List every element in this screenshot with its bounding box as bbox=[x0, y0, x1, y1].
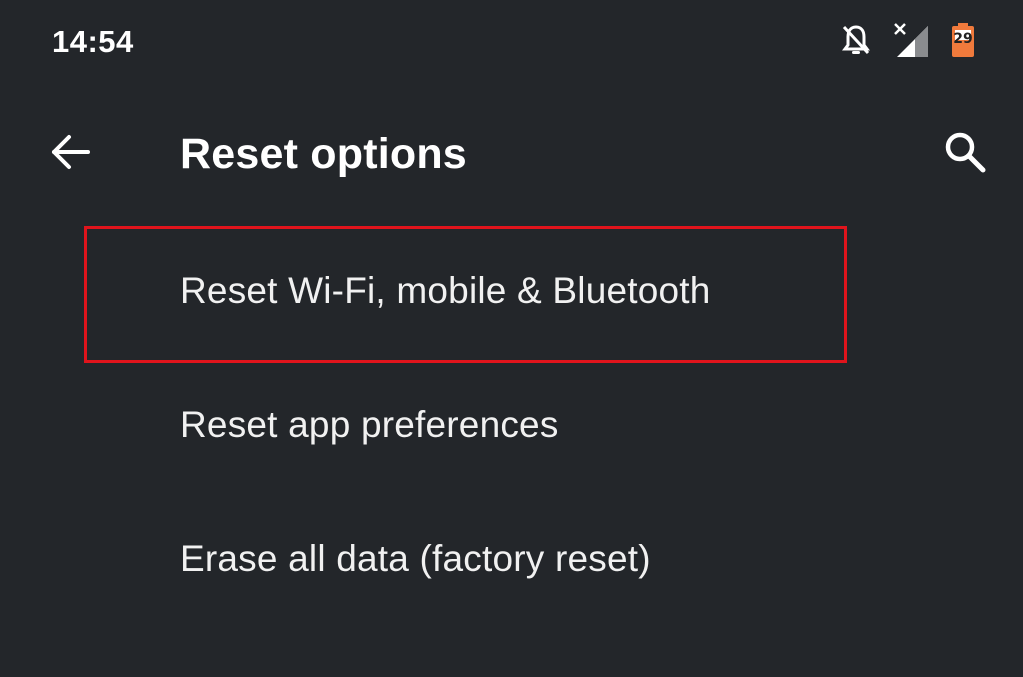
battery-icon: 29 bbox=[951, 22, 975, 58]
back-button[interactable] bbox=[38, 122, 102, 186]
option-reset-network[interactable]: Reset Wi-Fi, mobile & Bluetooth bbox=[0, 226, 1023, 363]
notifications-off-icon bbox=[841, 24, 871, 56]
reset-options-list: Reset Wi-Fi, mobile & Bluetooth Reset ap… bbox=[0, 226, 1023, 628]
settings-screen: 14:54 29 Reset options Reset Wi-Fi, mobi… bbox=[0, 0, 1023, 677]
search-button[interactable] bbox=[933, 122, 997, 186]
status-icons: 29 bbox=[841, 20, 975, 60]
option-factory-reset[interactable]: Erase all data (factory reset) bbox=[0, 494, 1023, 628]
status-time: 14:54 bbox=[52, 24, 134, 59]
option-label: Erase all data (factory reset) bbox=[180, 538, 651, 579]
option-label: Reset Wi-Fi, mobile & Bluetooth bbox=[180, 270, 711, 311]
signal-no-service-icon bbox=[893, 22, 929, 58]
status-bar: 14:54 29 bbox=[0, 0, 1023, 88]
search-icon bbox=[943, 130, 987, 179]
option-label: Reset app preferences bbox=[180, 404, 559, 445]
battery-level-text: 29 bbox=[953, 31, 973, 47]
page-title: Reset options bbox=[180, 130, 467, 178]
app-bar: Reset options bbox=[0, 100, 1023, 210]
option-reset-app-preferences[interactable]: Reset app preferences bbox=[0, 360, 1023, 494]
arrow-back-icon bbox=[48, 132, 92, 177]
